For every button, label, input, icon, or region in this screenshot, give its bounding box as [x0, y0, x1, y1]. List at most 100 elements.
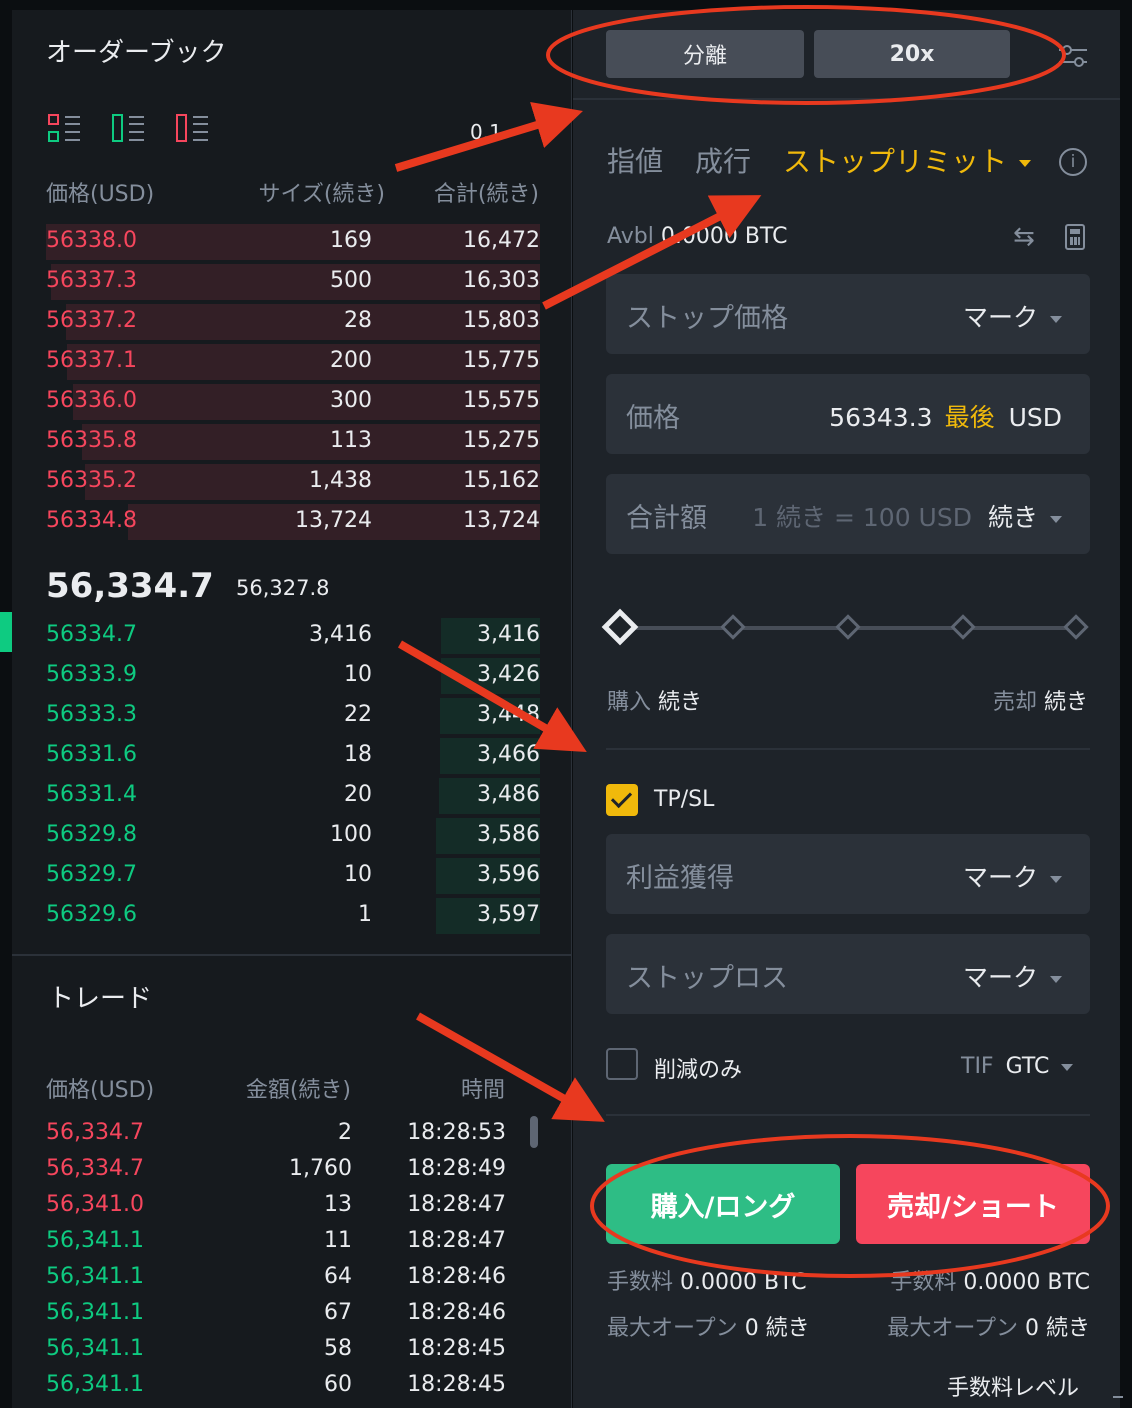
bid-row[interactable]: 56329.6 1 3,597	[12, 896, 572, 936]
ask-price: 56335.8	[46, 428, 137, 453]
bid-row[interactable]: 56329.8 100 3,586	[12, 816, 572, 856]
leverage-button[interactable]: 20x	[814, 30, 1010, 78]
bid-size: 10	[344, 862, 372, 887]
fee-level-link[interactable]: 手数料レベル	[947, 1370, 1079, 1402]
sell-short-button[interactable]: 売却/ショート	[856, 1164, 1090, 1244]
trade-time: 18:28:47	[407, 1228, 506, 1253]
bid-price: 56331.6	[46, 742, 137, 767]
bid-price: 56329.6	[46, 902, 137, 927]
price-header: 価格(USD)	[46, 182, 155, 207]
stop-loss-type-select[interactable]: マーク	[963, 958, 1062, 994]
slider-step-100[interactable]	[1063, 614, 1089, 640]
slider-step-50[interactable]	[835, 614, 861, 640]
total-unit-select[interactable]: 続き	[988, 503, 1038, 532]
tab-market[interactable]: 成行	[695, 140, 751, 180]
fee-level-underline	[1113, 1396, 1123, 1398]
bid-row[interactable]: 56334.7 3,416 3,416	[12, 616, 572, 656]
chevron-down-icon	[1050, 975, 1062, 983]
trade-amount: 2	[338, 1120, 352, 1145]
precision-selector[interactable]: 0.1	[470, 120, 502, 144]
ask-price: 56338.0	[46, 228, 137, 253]
stop-price-type-select[interactable]: マーク	[963, 298, 1062, 334]
chart-edge-marker	[0, 612, 12, 652]
total-field[interactable]: 合計額 1 続き = 100 USD 続き	[606, 474, 1090, 554]
trade-price: 56,341.1	[46, 1300, 144, 1325]
trade-price: 56,341.1	[46, 1228, 144, 1253]
sell-unit: 続き	[1043, 690, 1088, 715]
bid-row[interactable]: 56329.7 10 3,596	[12, 856, 572, 896]
trade-time: 18:28:49	[407, 1156, 506, 1181]
avbl-value: 0.0000 BTC	[660, 224, 788, 249]
asks-only-view-icon[interactable]	[176, 114, 208, 146]
chevron-down-icon	[1050, 515, 1062, 523]
tif-label: TIF	[961, 1054, 994, 1079]
price-field[interactable]: 価格 56343.3 最後 USD	[606, 374, 1090, 454]
slider-step-25[interactable]	[720, 614, 746, 640]
ask-row[interactable]: 56337.3 500 16,303	[12, 262, 572, 302]
trade-amount: 1,760	[289, 1156, 352, 1181]
ask-row[interactable]: 56335.2 1,438 15,162	[12, 462, 572, 502]
amount-slider[interactable]	[601, 608, 1089, 646]
trade-time: 18:28:46	[407, 1264, 506, 1289]
last-price: 56,334.7	[46, 566, 214, 606]
ask-total: 16,303	[463, 268, 540, 293]
ask-total: 15,803	[463, 308, 540, 333]
bid-row[interactable]: 56333.3 22 3,448	[12, 696, 572, 736]
take-profit-placeholder: 利益獲得	[626, 863, 734, 894]
buy-label: 購入	[607, 690, 652, 715]
orderbook-panel: オーダーブック 0.1 価格(USD) サイズ(続き) 合計(続き) 56338…	[12, 10, 572, 1408]
take-profit-type-select[interactable]: マーク	[963, 858, 1062, 894]
trade-time: 18:28:47	[407, 1192, 506, 1217]
tab-stop-limit[interactable]: ストップリミット	[783, 140, 1032, 180]
margin-mode-button[interactable]: 分離	[606, 30, 804, 78]
sell-max-open: 最大オープン 0 続き	[887, 1310, 1090, 1342]
bid-size: 10	[344, 662, 372, 687]
ask-row[interactable]: 56334.8 13,724 13,724	[12, 502, 572, 542]
trade-amount: 13	[324, 1192, 352, 1217]
trade-amount: 11	[324, 1228, 352, 1253]
last-price-button[interactable]: 最後	[945, 403, 995, 432]
ask-row[interactable]: 56335.8 113 15,275	[12, 422, 572, 462]
trade-price: 56,341.1	[46, 1372, 144, 1397]
trade-price: 56,341.0	[46, 1192, 144, 1217]
trades-title: トレード	[48, 984, 153, 1014]
trades-scrollbar[interactable]	[530, 1116, 538, 1148]
ask-size: 28	[344, 308, 372, 333]
bid-price: 56331.4	[46, 782, 137, 807]
ask-row[interactable]: 56337.1 200 15,775	[12, 342, 572, 382]
bid-size: 3,416	[309, 622, 372, 647]
available-balance: Avbl 0.0000 BTC	[607, 224, 787, 249]
preferences-icon[interactable]	[1057, 40, 1089, 72]
take-profit-field[interactable]: 利益獲得 マーク	[606, 834, 1090, 914]
bid-total: 3,596	[477, 862, 540, 887]
bid-size: 22	[344, 702, 372, 727]
slider-handle[interactable]	[601, 608, 639, 646]
ask-row[interactable]: 56336.0 300 15,575	[12, 382, 572, 422]
tpsl-checkbox[interactable]	[606, 784, 638, 816]
chevron-down-icon	[1050, 315, 1062, 323]
form-divider	[606, 748, 1090, 750]
bids-only-view-icon[interactable]	[112, 114, 144, 146]
slider-step-75[interactable]	[950, 614, 976, 640]
trade-price: 56,334.7	[46, 1120, 144, 1145]
both-sides-view-icon[interactable]	[48, 114, 80, 146]
transfer-icon[interactable]: ⇆	[1013, 222, 1035, 252]
buy-fee-label: 手数料	[607, 1270, 674, 1295]
trade-row: 56,334.7 1,760 18:28:49	[12, 1152, 572, 1188]
tab-limit[interactable]: 指値	[607, 140, 663, 180]
bid-row[interactable]: 56333.9 10 3,426	[12, 656, 572, 696]
ask-price: 56335.2	[46, 468, 137, 493]
ask-row[interactable]: 56337.2 28 15,803	[12, 302, 572, 342]
tif-select[interactable]: TIF GTC	[961, 1054, 1074, 1079]
buy-long-button[interactable]: 購入/ロング	[606, 1164, 840, 1244]
stop-loss-placeholder: ストップロス	[626, 963, 788, 994]
ask-row[interactable]: 56338.0 169 16,472	[12, 222, 572, 262]
bid-row[interactable]: 56331.6 18 3,466	[12, 736, 572, 776]
stop-price-field[interactable]: ストップ価格 マーク	[606, 274, 1090, 354]
calculator-icon[interactable]	[1065, 224, 1085, 250]
bid-row[interactable]: 56331.4 20 3,486	[12, 776, 572, 816]
size-header: サイズ(続き)	[258, 182, 385, 207]
info-icon[interactable]: i	[1059, 148, 1087, 176]
reduce-only-checkbox[interactable]	[606, 1048, 638, 1080]
stop-loss-field[interactable]: ストップロス マーク	[606, 934, 1090, 1014]
